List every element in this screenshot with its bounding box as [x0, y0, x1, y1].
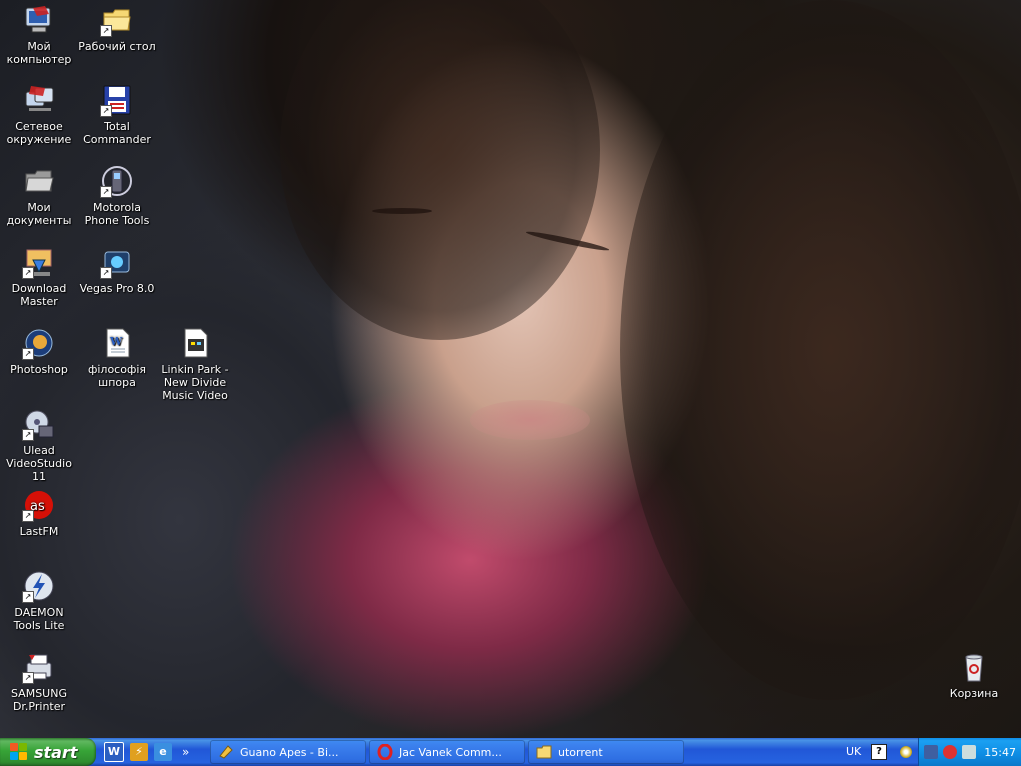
video-editor-icon: ↗ — [100, 246, 133, 279]
shortcut-arrow-icon: ↗ — [100, 186, 112, 198]
desktop-icon-label: Корзина — [949, 687, 999, 700]
quick-launch-more[interactable]: » — [182, 745, 189, 759]
task-button-guano-apes[interactable]: Guano Apes - Bi... — [210, 740, 366, 764]
desktop-icon-vegas[interactable]: ↗ Vegas Pro 8.0 — [78, 246, 156, 295]
desktop-icon-label: Linkin Park - New Divide Music Video — [161, 363, 229, 402]
task-button-jac-vanek[interactable]: Jac Vanek Comm... — [369, 740, 525, 764]
desktop-icon-my-computer[interactable]: Мой компьютер — [0, 4, 78, 66]
phone-icon: ↗ — [100, 165, 133, 198]
daemon-tools-icon: ↗ — [22, 570, 55, 603]
desktop-icon-label: Сетевое окружение — [6, 120, 72, 146]
task-button-utorrent[interactable]: utorrent — [528, 740, 684, 764]
desktop-icon-label: філософія шпора — [87, 363, 147, 389]
desktop-icon-label: SAMSUNG Dr.Printer — [11, 687, 67, 713]
quick-launch: W ⚡ e » — [104, 742, 189, 762]
task-label: Jac Vanek Comm... — [399, 745, 502, 759]
video-studio-icon: ↗ — [22, 408, 55, 441]
folder-icon: ↗ — [100, 4, 133, 37]
shortcut-arrow-icon: ↗ — [22, 510, 34, 522]
desktop-icon-recycle-bin[interactable]: Корзина — [935, 651, 1013, 700]
desktop-icon-label: Motorola Phone Tools — [84, 201, 150, 227]
windows-logo-icon — [10, 743, 28, 761]
desktop-icon-label: Рабочий стол — [78, 40, 156, 53]
start-button[interactable]: start — [0, 738, 96, 766]
desktop-icon-ulead[interactable]: ↗ Ulead VideoStudio 11 — [0, 408, 78, 483]
desktop-icon-network[interactable]: Сетевое окружение — [0, 84, 78, 146]
desktop-icon-desktop-folder[interactable]: ↗ Рабочий стол — [78, 4, 156, 53]
desktop-icon-linkin-park-video[interactable]: Linkin Park - New Divide Music Video — [156, 327, 234, 402]
shortcut-arrow-icon: ↗ — [22, 348, 34, 360]
desktop-icon-label: Download Master — [11, 282, 67, 308]
desktop-icon-label: Ulead VideoStudio 11 — [6, 444, 72, 483]
task-label: Guano Apes - Bi... — [240, 745, 339, 759]
desktop-icon-label: DAEMON Tools Lite — [13, 606, 65, 632]
shortcut-arrow-icon: ↗ — [22, 672, 34, 684]
svg-text:W: W — [109, 335, 123, 348]
desktop-icon-samsung-printer[interactable]: ↗ SAMSUNG Dr.Printer — [0, 651, 78, 713]
desktop-icon-daemon-tools[interactable]: ↗ DAEMON Tools Lite — [0, 570, 78, 632]
volume-tray-icon[interactable] — [962, 745, 976, 759]
photoshop-icon: ↗ — [22, 327, 55, 360]
shortcut-arrow-icon: ↗ — [22, 591, 34, 603]
system-tray: 15:47 — [918, 738, 1021, 766]
antivirus-tray-icon[interactable] — [943, 745, 957, 759]
desktop-icon-philosophy-doc[interactable]: W філософія шпора — [78, 327, 156, 389]
video-file-icon — [179, 327, 211, 359]
desktop-icon-label: LastFM — [19, 525, 59, 538]
taskbar: start W ⚡ e » Guano Apes - Bi... Jac Van… — [0, 738, 1021, 766]
desktop-icon-download-master[interactable]: ↗ Download Master — [0, 246, 78, 308]
desktop-icon-lastfm[interactable]: as ↗ LastFM — [0, 489, 78, 538]
floppy-disk-icon: ↗ — [100, 84, 133, 117]
desktop-icon-label: Мой компьютер — [6, 40, 72, 66]
word-document-icon: W — [101, 327, 133, 359]
desktop-icon-my-documents[interactable]: Мои документы — [0, 165, 78, 227]
desktop-icon-label: Мои документы — [6, 201, 72, 227]
shortcut-arrow-icon: ↗ — [100, 25, 112, 37]
desktop-icon-label: Total Commander — [83, 120, 151, 146]
tray-status-icon[interactable] — [900, 746, 912, 758]
folder-icon — [536, 744, 552, 760]
winamp-icon[interactable]: ⚡ — [130, 743, 148, 761]
task-label: utorrent — [558, 745, 603, 759]
desktop-icon-motorola[interactable]: ↗ Motorola Phone Tools — [78, 165, 156, 227]
shortcut-arrow-icon: ↗ — [22, 267, 34, 279]
clock[interactable]: 15:47 — [984, 746, 1016, 759]
opera-icon — [377, 743, 393, 761]
documents-folder-icon — [23, 165, 55, 197]
ie-icon[interactable]: e — [154, 743, 172, 761]
word-icon[interactable]: W — [104, 742, 124, 762]
help-icon[interactable]: ? — [871, 744, 887, 760]
recycle-bin-icon — [958, 651, 990, 683]
lastfm-icon: as ↗ — [22, 489, 55, 522]
desktop-icon-photoshop[interactable]: ↗ Photoshop — [0, 327, 78, 376]
printer-icon: ↗ — [22, 651, 55, 684]
download-icon: ↗ — [22, 246, 55, 279]
shortcut-arrow-icon: ↗ — [100, 267, 112, 279]
network-icon — [23, 84, 55, 116]
shortcut-arrow-icon: ↗ — [100, 105, 112, 117]
desktop-icon-label: Photoshop — [10, 363, 68, 376]
start-label: start — [34, 742, 78, 762]
language-indicator[interactable]: UK — [846, 745, 861, 758]
media-player-icon — [218, 744, 234, 760]
shortcut-arrow-icon: ↗ — [22, 429, 34, 441]
computer-icon — [23, 4, 55, 36]
desktop-icon-label: Vegas Pro 8.0 — [79, 282, 155, 295]
desktop-icon-total-commander[interactable]: ↗ Total Commander — [78, 84, 156, 146]
network-tray-icon[interactable] — [924, 745, 938, 759]
